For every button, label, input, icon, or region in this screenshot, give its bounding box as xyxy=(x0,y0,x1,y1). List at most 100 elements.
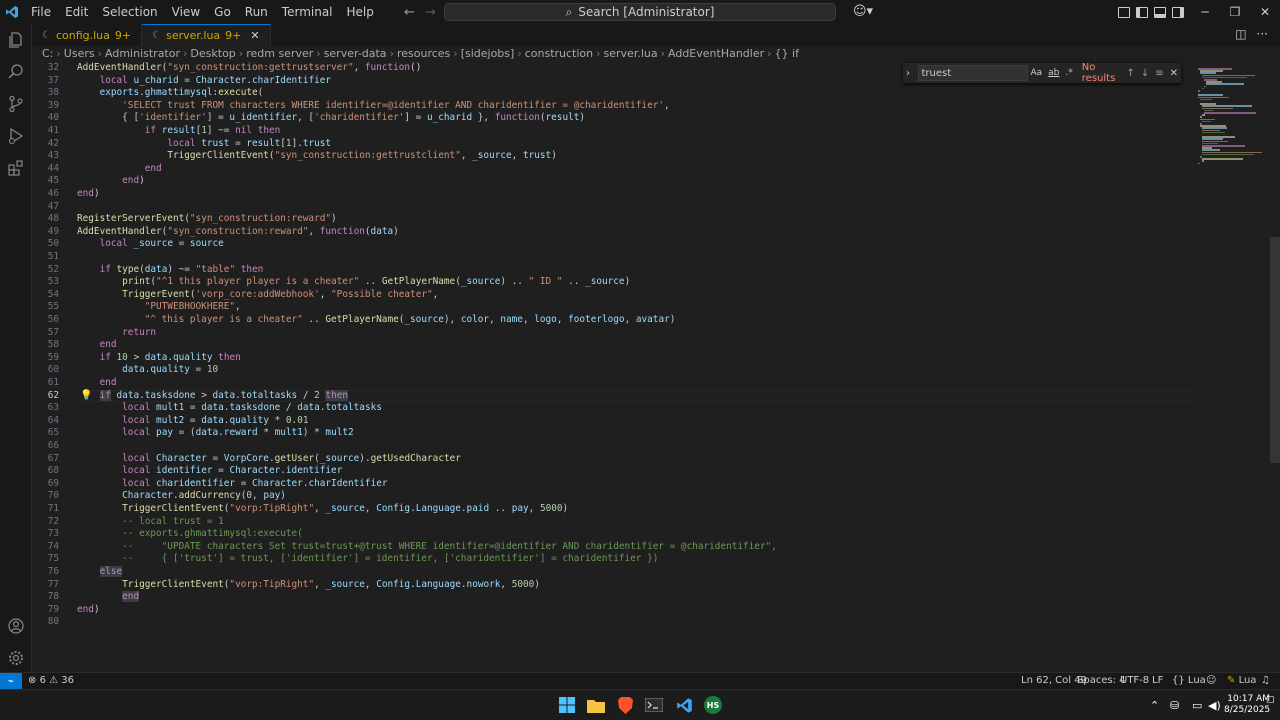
notification-center-icon[interactable]: ▢ xyxy=(1266,695,1275,705)
forward-arrow-icon[interactable]: → xyxy=(425,5,436,20)
editor-scrollbar[interactable] xyxy=(1270,237,1280,463)
menu-view[interactable]: View xyxy=(165,0,207,24)
code-line[interactable]: 42 local trust = result[1].trust xyxy=(32,138,1192,151)
close-window-icon[interactable]: ✕ xyxy=(1250,0,1280,24)
code-line[interactable]: 68 local identifier = Character.identifi… xyxy=(32,465,1192,478)
code-line[interactable]: 51 xyxy=(32,251,1192,264)
windows-start-icon[interactable] xyxy=(558,696,576,714)
lua-extension-status[interactable]: ✎ Lua xyxy=(1227,675,1256,686)
system-clock[interactable]: 10:17 AM 8/25/2025 xyxy=(1224,694,1270,716)
minimize-icon[interactable]: ─ xyxy=(1190,0,1220,24)
code-line[interactable]: 48 RegisterServerEvent("syn_construction:… xyxy=(32,213,1192,226)
problems-indicator[interactable]: ⊗ 6 ⚠ 36 xyxy=(28,675,74,686)
code-line[interactable]: 79 end) xyxy=(32,604,1192,617)
menu-run[interactable]: Run xyxy=(238,0,275,24)
code-line[interactable]: 40 { ['identifier'] = u_identifier, ['ch… xyxy=(32,112,1192,125)
code-line[interactable]: 69 local charidentifier = Character.char… xyxy=(32,478,1192,491)
breadcrumb-item[interactable]: resources xyxy=(397,47,450,60)
encoding[interactable]: UTF-8 xyxy=(1120,675,1149,686)
accounts-icon[interactable] xyxy=(6,616,26,636)
code-line[interactable]: 78 end xyxy=(32,591,1192,604)
regex-toggle[interactable]: .* xyxy=(1062,68,1075,78)
vscode-taskbar-icon[interactable] xyxy=(675,696,693,714)
code-line[interactable]: 71 TriggerClientEvent("vorp:TipRight", _… xyxy=(32,503,1192,516)
copilot-status-icon[interactable]: ☺ xyxy=(1206,675,1216,686)
code-line[interactable]: 73 -- exports.ghmattimysql:execute( xyxy=(32,528,1192,541)
tray-volume-icon[interactable]: ◀) xyxy=(1208,699,1221,712)
terminal-icon[interactable] xyxy=(645,696,663,714)
toggle-sidebar-icon[interactable] xyxy=(1136,6,1148,18)
code-line[interactable]: 49 AddEventHandler("syn_construction:rewa… xyxy=(32,226,1192,239)
menu-terminal[interactable]: Terminal xyxy=(275,0,340,24)
code-editor[interactable]: 32 AddEventHandler("syn_construction:gett… xyxy=(32,62,1192,672)
code-line[interactable]: 52 if type(data) ~= "table" then xyxy=(32,264,1192,277)
find-in-selection-icon[interactable]: ≡ xyxy=(1152,68,1166,79)
tab-config-lua[interactable]: ☾ config.lua 9+ xyxy=(32,24,143,46)
code-line[interactable]: 74 -- "UPDATE characters Set trust=trust… xyxy=(32,541,1192,554)
file-explorer-icon[interactable] xyxy=(587,696,605,714)
tab-server-lua[interactable]: ☾ server.lua 9+ ✕ xyxy=(142,24,271,46)
tray-chevron-icon[interactable]: ⌃ xyxy=(1150,699,1159,712)
close-find-icon[interactable]: ✕ xyxy=(1167,68,1181,79)
code-line[interactable]: 59 if 10 > data.quality then xyxy=(32,352,1192,365)
code-line[interactable]: 39 'SELECT trust FROM characters WHERE i… xyxy=(32,100,1192,113)
code-line[interactable]: 66 xyxy=(32,440,1192,453)
breadcrumb-item[interactable]: Administrator xyxy=(105,47,180,60)
code-line[interactable]: 38 exports.ghmattimysql:execute( xyxy=(32,87,1192,100)
minimap[interactable] xyxy=(1194,62,1270,172)
code-line[interactable]: 57 return xyxy=(32,327,1192,340)
breadcrumb-item[interactable]: Users xyxy=(64,47,95,60)
customize-layout-icon[interactable] xyxy=(1118,6,1130,18)
breadcrumb-item[interactable]: AddEventHandler xyxy=(668,47,764,60)
breadcrumb-item[interactable]: Desktop xyxy=(190,47,235,60)
code-line[interactable]: 44 end xyxy=(32,163,1192,176)
code-line[interactable]: 70 Character.addCurrency(0, pay) xyxy=(32,490,1192,503)
hs-app-icon[interactable]: HS xyxy=(704,696,722,714)
breadcrumb-item[interactable]: construction xyxy=(525,47,593,60)
end-of-line[interactable]: LF xyxy=(1152,675,1163,686)
code-line[interactable]: 56 "^ this player is a cheater" .. GetPl… xyxy=(32,314,1192,327)
breadcrumb-item[interactable]: [sidejobs] xyxy=(461,47,515,60)
breadcrumb-item[interactable]: server.lua xyxy=(604,47,658,60)
code-line[interactable]: 41 if result[1] ~= nil then xyxy=(32,125,1192,138)
menu-selection[interactable]: Selection xyxy=(95,0,164,24)
match-case-toggle[interactable]: Aa xyxy=(1028,68,1046,78)
breadcrumb-item[interactable]: redm server xyxy=(246,47,313,60)
code-line[interactable]: 60 data.quality = 10 xyxy=(32,364,1192,377)
code-line[interactable]: 67 local Character = VorpCore.getUser(_s… xyxy=(32,453,1192,466)
menu-help[interactable]: Help xyxy=(340,0,381,24)
code-line[interactable]: 77 TriggerClientEvent("vorp:TipRight", _… xyxy=(32,579,1192,592)
menu-edit[interactable]: Edit xyxy=(58,0,95,24)
code-line[interactable]: 💡 62 if data.tasksdone > data.totaltasks … xyxy=(32,389,1192,403)
code-line[interactable]: 63 local mult1 = data.tasksdone / data.t… xyxy=(32,402,1192,415)
search-sidebar-icon[interactable] xyxy=(6,62,26,82)
explorer-icon[interactable] xyxy=(6,30,26,50)
next-match-icon[interactable]: ↓ xyxy=(1138,68,1152,79)
code-line[interactable]: 61 end xyxy=(32,377,1192,390)
tray-network-app-icon[interactable]: ⛁ xyxy=(1170,699,1179,712)
code-line[interactable]: 50 local _source = source xyxy=(32,238,1192,251)
run-debug-icon[interactable] xyxy=(6,126,26,146)
code-line[interactable]: 53 print("^1 this player player is a che… xyxy=(32,276,1192,289)
source-control-icon[interactable] xyxy=(6,94,26,114)
brave-browser-icon[interactable] xyxy=(616,696,634,714)
back-arrow-icon[interactable]: ← xyxy=(404,5,415,20)
remote-indicator-icon[interactable]: ⌁ xyxy=(0,673,22,689)
tray-display-icon[interactable]: ▭ xyxy=(1192,699,1202,712)
settings-gear-icon[interactable] xyxy=(6,648,26,668)
restore-icon[interactable]: ❐ xyxy=(1220,0,1250,24)
breadcrumb-item[interactable]: C: xyxy=(42,47,53,60)
code-line[interactable]: 64 local mult2 = data.quality * 0.01 xyxy=(32,415,1192,428)
code-line[interactable]: 46 end) xyxy=(32,188,1192,201)
match-whole-word-toggle[interactable]: ab xyxy=(1045,68,1062,78)
copilot-icon[interactable]: ☺▾ xyxy=(853,4,873,19)
code-line[interactable]: 47 xyxy=(32,201,1192,214)
language-mode[interactable]: {} Lua xyxy=(1172,675,1206,686)
breadcrumb-item[interactable]: server-data xyxy=(324,47,387,60)
code-line[interactable]: 43 TriggerClientEvent("syn_construction:… xyxy=(32,150,1192,163)
notifications-bell-icon[interactable]: ♫ xyxy=(1261,675,1270,686)
command-center-search[interactable]: ⌕ Search [Administrator] xyxy=(444,3,836,21)
code-line[interactable]: 72 -- local trust = 1 xyxy=(32,516,1192,529)
code-line[interactable]: 65 local pay = (data.reward * mult1) * m… xyxy=(32,427,1192,440)
code-line[interactable]: 55 "PUTWEBHOOKHERE", xyxy=(32,301,1192,314)
